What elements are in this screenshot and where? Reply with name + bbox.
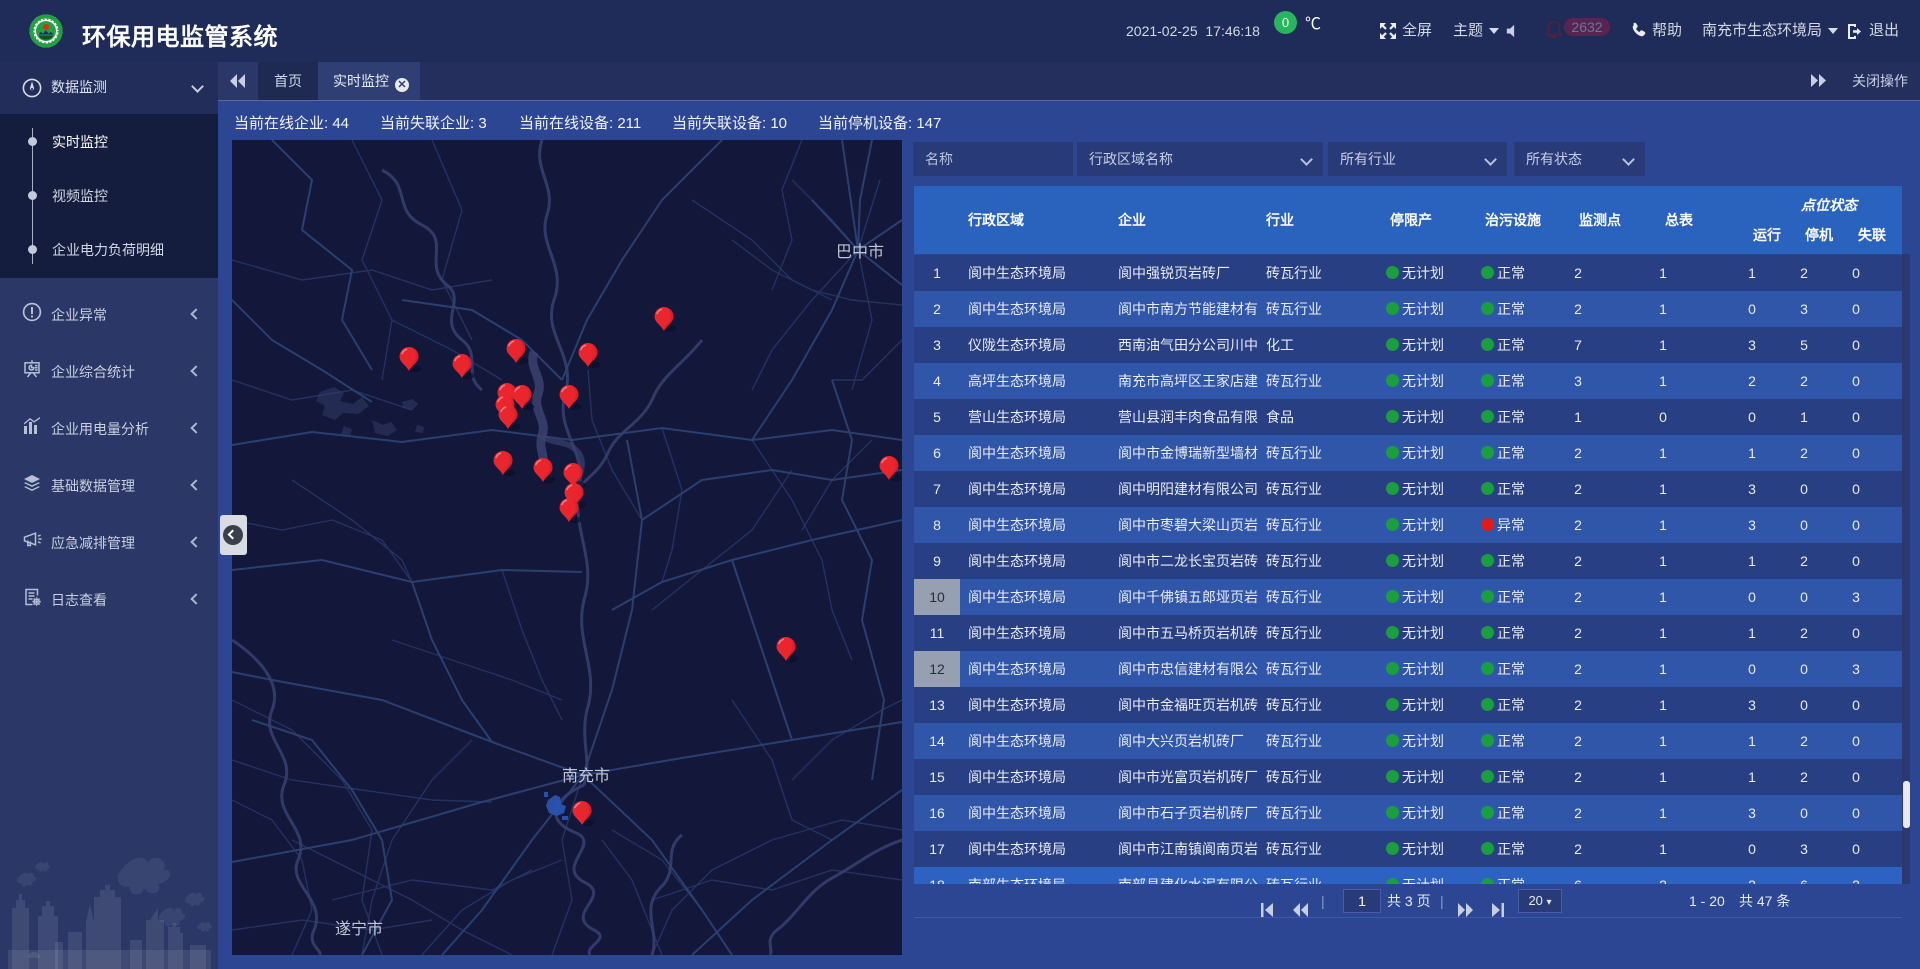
svg-text:南充市: 南充市 xyxy=(562,767,610,785)
svg-text:巴中市: 巴中市 xyxy=(836,243,884,261)
svg-text:遂宁市: 遂宁市 xyxy=(335,920,383,938)
